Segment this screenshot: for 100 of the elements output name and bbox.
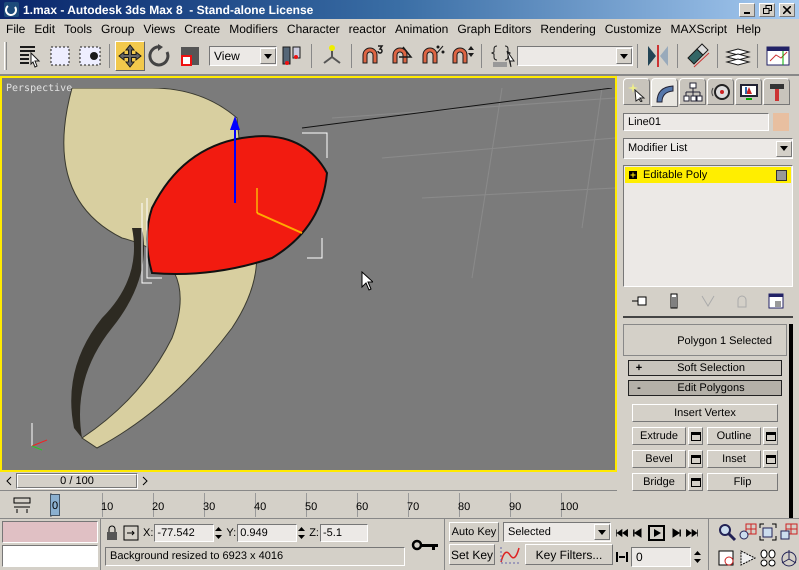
arc-rotate-icon[interactable] (778, 548, 798, 568)
menu-item[interactable]: Help (732, 20, 765, 38)
selection-lock-icon[interactable] (105, 525, 119, 541)
dropdown-caret-icon[interactable] (776, 140, 792, 156)
track-bar[interactable]: 0 10 20 30 40 50 60 70 80 90 100 (50, 492, 612, 516)
auto-key-button[interactable]: Auto Key (449, 522, 499, 542)
current-frame-field[interactable]: 0 (631, 547, 691, 567)
edit-polygon-button[interactable]: Inset (707, 450, 761, 468)
spinner-icon[interactable] (693, 549, 702, 565)
zoom-icon[interactable] (717, 522, 737, 542)
rollout-header[interactable]: + Soft Selection (628, 360, 782, 376)
frame-tick-label: 50 (305, 500, 318, 515)
pan-icon[interactable] (758, 548, 778, 568)
object-color-swatch[interactable] (773, 113, 789, 131)
restore-button[interactable] (759, 2, 775, 16)
rollout-header[interactable]: - Edit Polygons (628, 380, 782, 396)
menu-item[interactable]: MAXScript (666, 20, 732, 38)
absolute-mode-icon[interactable] (122, 524, 140, 542)
configure-sets-icon[interactable] (766, 291, 786, 311)
dialog-icon[interactable] (690, 454, 700, 464)
coordinate-field[interactable]: -5.1 (320, 524, 368, 542)
close-icon[interactable] (783, 6, 791, 14)
key-mode-dropdown[interactable]: Selected (503, 522, 611, 542)
dropdown-caret-icon[interactable] (616, 48, 632, 64)
play-icon[interactable] (647, 525, 667, 541)
field-of-view-icon[interactable] (738, 548, 758, 568)
edit-polygon-button[interactable]: Bridge (632, 473, 686, 491)
edit-polygon-button[interactable]: Bevel (632, 450, 686, 468)
menu-item[interactable]: Edit (30, 20, 60, 38)
zoom-extents-all-icon[interactable] (778, 522, 798, 542)
dialog-icon[interactable] (690, 432, 700, 440)
curve-editor-mini-icon[interactable] (12, 494, 32, 514)
edit-polygon-button[interactable]: Extrude (632, 427, 686, 445)
menu-item[interactable]: Create (180, 20, 224, 38)
settings-button[interactable] (688, 450, 703, 468)
coordinate-field[interactable]: 0.949 (237, 524, 298, 542)
menu-item[interactable]: Graph Editors (453, 20, 536, 38)
key-mode-toggle-icon[interactable] (615, 549, 629, 565)
frame-tick-label: 40 (254, 500, 266, 515)
menu-item[interactable]: Rendering (536, 20, 600, 38)
modify-tab-icon[interactable] (654, 82, 674, 102)
coordinate-axis-label: Z: (309, 526, 319, 541)
dropdown-caret-icon[interactable] (594, 524, 610, 540)
restore-icon[interactable] (762, 5, 772, 14)
script-input-field[interactable] (2, 545, 98, 567)
visibility-toggle-icon[interactable] (776, 170, 787, 180)
settings-button[interactable] (763, 427, 778, 445)
mouse-cursor-icon (361, 271, 373, 291)
menu-item[interactable]: Character (282, 20, 344, 38)
menu-item[interactable]: File (2, 20, 30, 38)
zoom-all-icon[interactable] (738, 522, 758, 542)
menu-item[interactable]: Customize (600, 20, 666, 38)
frame-tick-label: 70 (407, 500, 420, 515)
coordinate-axis-label: Y: (226, 526, 236, 541)
coordinate-axis-label: X: (143, 526, 154, 541)
zoom-extents-icon[interactable] (758, 522, 778, 542)
modify-tab[interactable] (651, 78, 678, 107)
menu-item[interactable]: reactor (344, 20, 390, 38)
menu-item[interactable]: Tools (60, 20, 96, 38)
frame-tick-label: 30 (203, 500, 216, 515)
dialog-icon[interactable] (766, 454, 776, 464)
frame-tick-label: 80 (458, 500, 470, 515)
edit-polygon-button[interactable]: Outline (707, 427, 761, 445)
script-listener-field[interactable] (2, 521, 98, 543)
settings-button[interactable] (688, 473, 703, 491)
time-slider-thumb[interactable]: 0 / 100 (17, 474, 137, 488)
tangent-curve-icon[interactable] (499, 544, 521, 564)
coordinate-field[interactable]: -77.542 (154, 524, 214, 542)
status-bar: Background resized to 6923 x 4016 (105, 547, 405, 566)
object-name-field[interactable]: Line01 (623, 113, 769, 131)
app-logo-icon (4, 2, 19, 17)
frame-tick-label: 100 (560, 500, 578, 515)
window-title: 1.max - Autodesk 3ds Max 8 - Stand-alone License (23, 2, 314, 18)
named-selection-dropdown[interactable] (517, 46, 633, 66)
set-key-button[interactable]: Set Key (449, 544, 495, 565)
frame-tick-label: 20 (152, 500, 164, 515)
dialog-icon[interactable] (766, 432, 776, 440)
dialog-icon[interactable] (690, 478, 700, 486)
current-frame-marker: 0 (50, 494, 60, 516)
minimize-button[interactable] (739, 2, 755, 16)
dropdown-caret-icon[interactable] (260, 48, 276, 64)
settings-button[interactable] (688, 427, 703, 445)
key-filters-button[interactable]: Key Filters... (525, 544, 613, 565)
edit-polygon-button[interactable]: Insert Vertex (632, 404, 778, 422)
reference-coordinate-dropdown[interactable]: View (209, 46, 277, 66)
menu-item[interactable]: Modifiers (225, 20, 282, 38)
expand-icon[interactable] (629, 171, 637, 179)
close-button[interactable] (779, 2, 795, 16)
key-icon[interactable] (410, 538, 438, 550)
menu-item[interactable]: Animation (390, 20, 452, 38)
menu-item[interactable]: Views (139, 20, 180, 38)
settings-button[interactable] (763, 450, 778, 468)
modifier-list-dropdown[interactable]: Modifier List (623, 138, 793, 159)
frame-tick-label: 10 (101, 500, 114, 515)
panel-scrollbar[interactable] (789, 324, 793, 518)
frame-tick-label: 60 (356, 500, 368, 515)
edit-polygon-button[interactable]: Flip (707, 473, 778, 491)
modifier-stack-item[interactable]: Editable Poly (625, 167, 791, 183)
menu-item[interactable]: Group (97, 20, 138, 38)
selection-status-text: Polygon 1 Selected (677, 334, 772, 348)
